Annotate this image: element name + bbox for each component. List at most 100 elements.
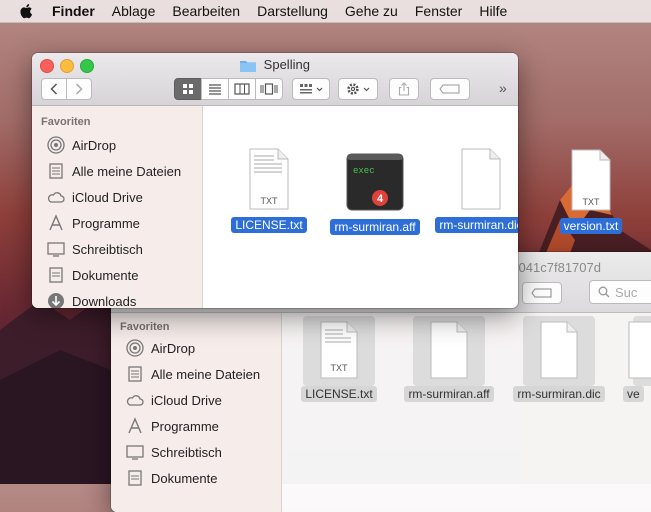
back-file-dic-label: rm-surmiran.dic — [513, 386, 605, 402]
terminal-exec-icon: exec 4 — [346, 153, 404, 211]
all-files-icon — [128, 366, 142, 382]
applications-icon — [49, 214, 63, 231]
cloud-icon — [47, 192, 65, 203]
txt-document-icon: TXT — [249, 148, 289, 210]
tag-button[interactable] — [430, 78, 470, 100]
sidebar-item-downloads[interactable]: Downloads — [46, 291, 136, 308]
file-license-label: LICENSE.txt — [231, 217, 307, 233]
sidebar-item-programme[interactable]: Programme — [46, 213, 140, 233]
file-version[interactable]: TXT version.txt — [546, 148, 636, 235]
desktop-icon — [126, 445, 144, 460]
document-icon — [430, 321, 468, 379]
column-view-button[interactable] — [228, 78, 256, 100]
all-files-icon — [49, 163, 63, 179]
share-icon — [398, 82, 410, 96]
menu-bar: Finder Ablage Bearbeiten Darstellung Geh… — [0, 0, 651, 23]
back-file-license-label: LICENSE.txt — [301, 386, 377, 402]
txt-document-icon: TXT — [320, 321, 358, 379]
file-dic-label: rm-surmiran.dic — [435, 217, 518, 233]
document-icon — [461, 148, 501, 210]
sidebar-item-desktop[interactable]: Schreibtisch — [46, 239, 143, 259]
tag-icon — [439, 84, 460, 94]
share-button[interactable] — [389, 78, 419, 100]
coverflow-view-button[interactable] — [255, 78, 283, 100]
back-search-field[interactable]: Suc — [589, 280, 651, 304]
search-icon — [598, 286, 610, 298]
sidebar-heading: Favoriten — [41, 116, 91, 128]
tag-icon — [531, 288, 552, 298]
list-icon — [209, 84, 221, 95]
group-by-button[interactable] — [292, 78, 330, 100]
airdrop-icon — [126, 339, 144, 357]
sidebar-item-all-files[interactable]: Alle meine Dateien — [46, 161, 181, 181]
menu-gehe-zu[interactable]: Gehe zu — [345, 3, 398, 19]
chevron-down-icon — [363, 87, 370, 91]
back-file-dic[interactable]: rm-surmiran.dic — [513, 320, 605, 403]
file-version-label: version.txt — [559, 218, 623, 234]
back-search-placeholder: Suc — [615, 284, 638, 300]
cloud-icon — [126, 395, 144, 406]
back-file-aff-label: rm-surmiran.aff — [404, 386, 494, 402]
document-icon — [540, 321, 578, 379]
list-view-button[interactable] — [201, 78, 229, 100]
window-title: Spelling — [32, 57, 518, 72]
back-file-version[interactable]: ve — [623, 320, 651, 403]
columns-icon — [234, 83, 250, 95]
back-file-aff[interactable]: rm-surmiran.aff — [403, 320, 495, 403]
sidebar-item-documents[interactable]: Dokumente — [46, 265, 138, 285]
menu-fenster[interactable]: Fenster — [415, 3, 462, 19]
file-aff-type: exec — [353, 166, 375, 176]
forward-nav-button[interactable] — [66, 78, 92, 100]
back-nav-button[interactable] — [41, 78, 67, 100]
document-icon — [628, 321, 651, 379]
sidebar-item-airdrop[interactable]: AirDrop — [46, 135, 116, 155]
front-toolbar: Spelling » — [32, 53, 518, 106]
gear-icon — [347, 83, 359, 95]
menu-bearbeiten[interactable]: Bearbeiten — [172, 3, 240, 19]
download-icon — [48, 293, 64, 308]
apple-menu-icon[interactable] — [18, 2, 36, 20]
file-aff-badge: 4 — [377, 193, 384, 205]
folder-icon — [240, 61, 257, 72]
arrange-icon — [300, 84, 312, 94]
back-sidebar-item-desktop[interactable]: Schreibtisch — [125, 442, 222, 462]
back-file-license-type: TXT — [331, 363, 349, 373]
file-aff-label: rm-surmiran.aff — [330, 219, 420, 235]
icon-view-button[interactable] — [174, 78, 202, 100]
sidebar-item-icloud[interactable]: iCloud Drive — [46, 187, 143, 207]
menu-darstellung[interactable]: Darstellung — [257, 3, 328, 19]
back-sidebar: Favoriten AirDrop Alle meine Dateien iCl… — [111, 313, 282, 512]
documents-icon — [128, 470, 142, 486]
back-sidebar-item-all-files[interactable]: Alle meine Dateien — [125, 364, 260, 384]
file-version-type: TXT — [583, 197, 601, 207]
txt-document-icon: TXT — [571, 149, 611, 211]
menu-ablage[interactable]: Ablage — [112, 3, 156, 19]
back-file-license[interactable]: TXT LICENSE.txt — [293, 320, 385, 403]
applications-icon — [128, 417, 142, 434]
back-window-title: 9-041c7f81707d — [507, 260, 601, 275]
menu-hilfe[interactable]: Hilfe — [479, 3, 507, 19]
back-file-version-label: ve — [623, 386, 644, 402]
desktop-icon — [47, 242, 65, 257]
documents-icon — [49, 267, 63, 283]
airdrop-icon — [47, 136, 65, 154]
back-sidebar-item-airdrop[interactable]: AirDrop — [125, 338, 195, 358]
action-button[interactable] — [338, 78, 378, 100]
chevron-right-icon — [75, 83, 83, 95]
back-sidebar-heading: Favoriten — [120, 321, 170, 333]
menu-finder[interactable]: Finder — [52, 3, 95, 19]
back-sidebar-item-programme[interactable]: Programme — [125, 416, 219, 436]
front-sidebar: Favoriten AirDrop Alle meine Dateien iCl… — [32, 106, 203, 308]
file-dic[interactable]: rm-surmiran.dic — [430, 147, 518, 234]
finder-window-spelling: Spelling » Favoriten AirDrop Alle meine … — [32, 53, 518, 308]
back-tag-button[interactable] — [522, 282, 562, 304]
file-license-type: TXT — [261, 196, 279, 206]
coverflow-icon — [260, 83, 278, 95]
chevron-down-icon — [316, 87, 323, 91]
back-sidebar-item-icloud[interactable]: iCloud Drive — [125, 390, 222, 410]
toolbar-overflow-icon[interactable]: » — [499, 80, 507, 96]
file-license[interactable]: TXT LICENSE.txt — [218, 147, 320, 234]
back-sidebar-item-documents[interactable]: Dokumente — [125, 468, 217, 488]
file-aff[interactable]: exec 4 rm-surmiran.aff — [320, 153, 430, 236]
grid-icon — [183, 84, 193, 94]
